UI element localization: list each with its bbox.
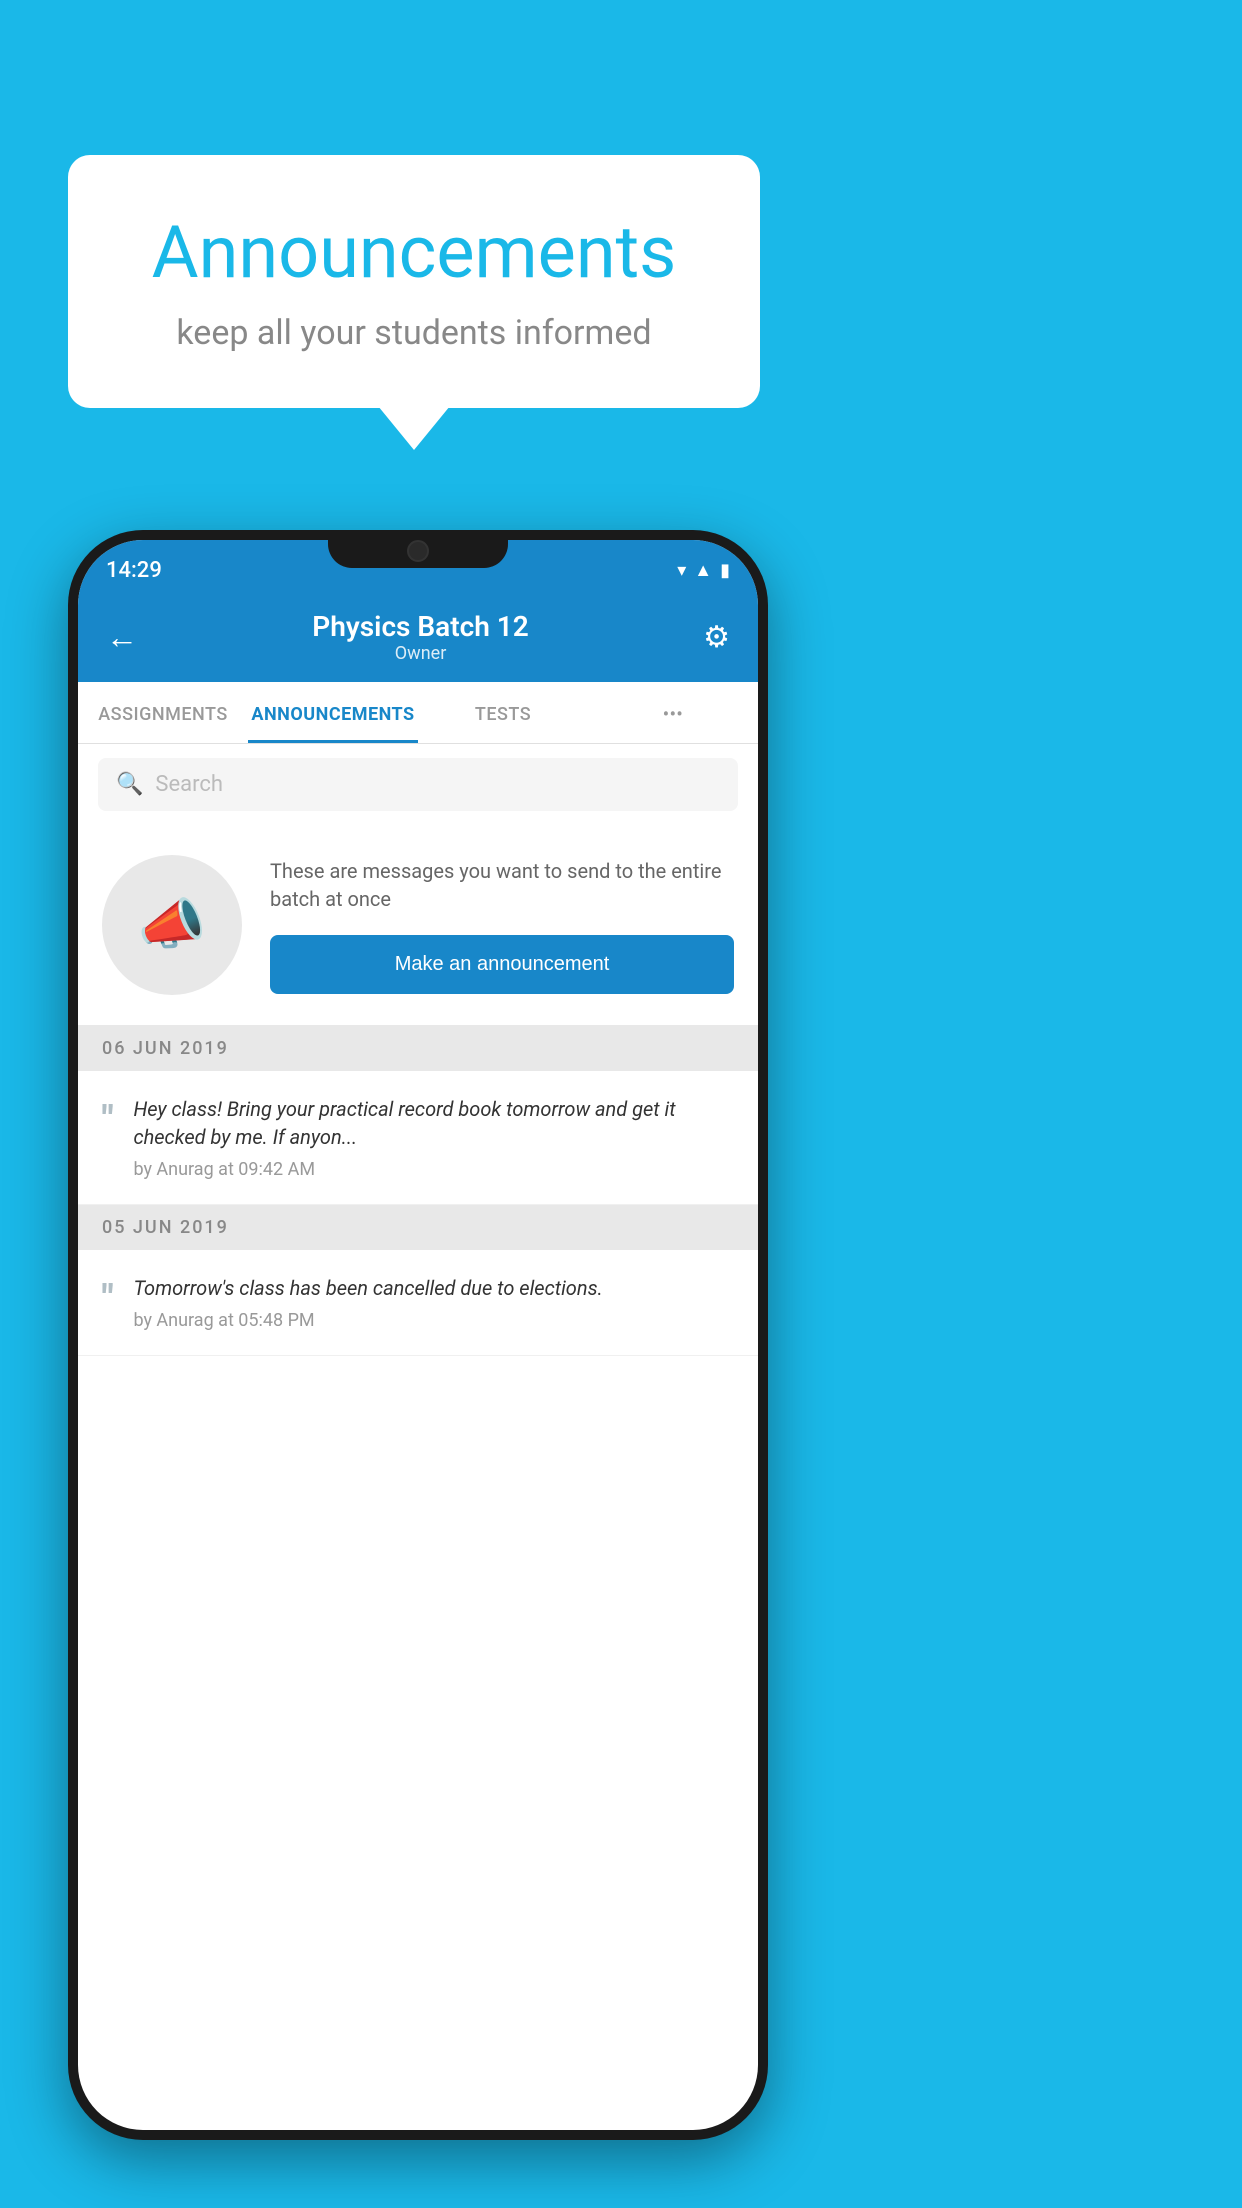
tab-assignments[interactable]: ASSIGNMENTS <box>78 682 248 743</box>
tab-more[interactable]: ••• <box>588 682 758 743</box>
speech-bubble: Announcements keep all your students inf… <box>68 155 760 408</box>
date-separator-2: 05 JUN 2019 <box>78 1205 758 1250</box>
wifi-icon: ▾ <box>677 560 686 581</box>
header-title-group: Physics Batch 12 Owner <box>138 610 703 664</box>
announcement-content-2: Tomorrow's class has been cancelled due … <box>133 1274 734 1331</box>
battery-icon: ▮ <box>720 560 730 581</box>
tab-announcements[interactable]: ANNOUNCEMENTS <box>248 682 418 743</box>
speech-bubble-title: Announcements <box>128 210 700 295</box>
tabs-bar: ASSIGNMENTS ANNOUNCEMENTS TESTS ••• <box>78 682 758 744</box>
megaphone-icon: 📣 <box>138 893 206 957</box>
phone-frame: 14:29 ▾ ▲ ▮ ← Physics Batch 12 Owner ⚙ A… <box>68 530 768 2140</box>
speech-bubble-subtitle: keep all your students informed <box>128 313 700 353</box>
announcement-prompt: 📣 These are messages you want to send to… <box>78 825 758 1026</box>
search-placeholder: Search <box>155 772 223 797</box>
search-icon: 🔍 <box>116 772 143 797</box>
status-time: 14:29 <box>106 558 162 583</box>
phone-camera <box>407 540 429 562</box>
back-button[interactable]: ← <box>106 618 138 656</box>
gear-icon[interactable]: ⚙ <box>703 620 730 655</box>
quote-icon-2: " <box>102 1280 113 1316</box>
header-title: Physics Batch 12 <box>138 610 703 643</box>
speech-bubble-container: Announcements keep all your students inf… <box>68 155 760 408</box>
prompt-description: These are messages you want to send to t… <box>270 857 734 913</box>
search-container: 🔍 Search <box>78 744 758 825</box>
announcement-author-1: by Anurag at 09:42 AM <box>133 1159 734 1180</box>
prompt-icon-circle: 📣 <box>102 855 242 995</box>
quote-icon-1: " <box>102 1101 113 1137</box>
announcement-item-1[interactable]: " Hey class! Bring your practical record… <box>78 1071 758 1205</box>
app-header: ← Physics Batch 12 Owner ⚙ <box>78 592 758 682</box>
signal-icon: ▲ <box>694 560 712 581</box>
tab-tests[interactable]: TESTS <box>418 682 588 743</box>
phone-screen: 14:29 ▾ ▲ ▮ ← Physics Batch 12 Owner ⚙ A… <box>78 540 758 2130</box>
announcement-author-2: by Anurag at 05:48 PM <box>133 1310 734 1331</box>
phone-notch <box>328 530 508 568</box>
prompt-content: These are messages you want to send to t… <box>270 857 734 994</box>
announcement-item-2[interactable]: " Tomorrow's class has been cancelled du… <box>78 1250 758 1356</box>
announcement-content-1: Hey class! Bring your practical record b… <box>133 1095 734 1180</box>
make-announcement-button[interactable]: Make an announcement <box>270 935 734 994</box>
search-bar[interactable]: 🔍 Search <box>98 758 738 811</box>
status-icons: ▾ ▲ ▮ <box>677 560 730 581</box>
date-separator-1: 06 JUN 2019 <box>78 1026 758 1071</box>
announcement-message-2: Tomorrow's class has been cancelled due … <box>133 1274 734 1302</box>
announcement-message-1: Hey class! Bring your practical record b… <box>133 1095 734 1151</box>
header-subtitle: Owner <box>138 643 703 664</box>
